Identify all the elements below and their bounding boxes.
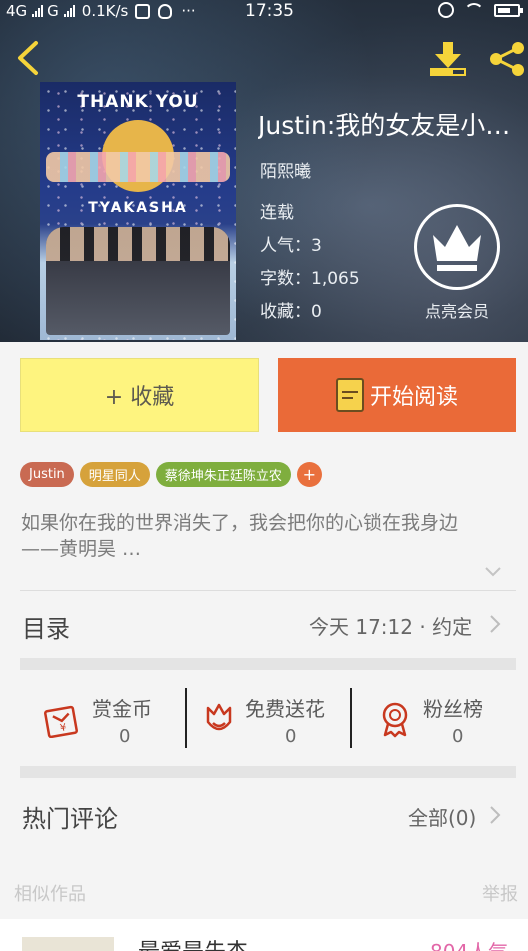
similar-work-popularity: 804人气 <box>430 936 508 951</box>
catalog-update: 今天 17:12 · 约定 <box>309 615 473 639</box>
crown-icon <box>433 225 481 271</box>
stat-fans-label: 粉丝榜 <box>423 697 483 721</box>
network-label: 4G <box>6 2 28 20</box>
cover-group-photo <box>46 227 230 335</box>
book-cover[interactable]: THANK YOU TYAKASHA <box>40 82 236 340</box>
stat-fans[interactable]: 粉丝榜 0 <box>376 688 528 758</box>
tag-justin[interactable]: Justin <box>20 462 74 487</box>
stat-flowers[interactable]: 免费送花 0 <box>200 688 360 758</box>
words-value: 1,065 <box>311 269 360 289</box>
book-header: 4G G 0.1K/s ··· 17:35 THANK YOU TYAKASHA… <box>0 0 528 342</box>
battery-icon <box>494 3 523 17</box>
svg-text:¥: ¥ <box>59 722 67 734</box>
red-envelope-icon: ¥ <box>44 705 78 738</box>
signal-icon <box>32 5 44 17</box>
more-dots: ··· <box>181 2 196 20</box>
clock: 17:35 <box>245 1 294 21</box>
wifi-icon <box>464 3 484 17</box>
sim2-label: G <box>47 2 59 20</box>
add-tag-button[interactable]: + <box>296 462 322 487</box>
book-popularity: 人气：3 <box>260 231 322 256</box>
similar-work-thumbnail <box>22 937 114 951</box>
vip-label[interactable]: 点亮会员 <box>406 298 508 322</box>
book-title: Justin:我的女友是小… <box>258 111 511 140</box>
similar-works-label: 相似作品 <box>14 884 86 905</box>
download-icon[interactable] <box>428 40 468 78</box>
book-author[interactable]: 陌熙曦 <box>260 157 311 182</box>
start-reading-label: 开始阅读 <box>369 385 458 410</box>
description-line-1: 如果你在我的世界消失了，我会把你的心锁在我身边 <box>21 512 459 534</box>
book-description[interactable]: 如果你在我的世界消失了，我会把你的心锁在我身边 ——黄明昊 … <box>21 510 513 562</box>
cover-text-top: THANK YOU <box>77 92 199 112</box>
hot-comments-label: 热门评论 <box>22 805 118 833</box>
cover-chibi-row <box>46 152 230 182</box>
tag-list: Justin 明星同人 蔡徐坤朱正廷陈立农 + <box>20 462 322 487</box>
stat-separator <box>185 688 187 748</box>
popularity-label: 人气： <box>260 236 311 256</box>
chevron-right-icon <box>490 806 501 824</box>
divider <box>20 590 516 591</box>
qq-icon <box>158 3 173 19</box>
book-icon <box>335 378 364 412</box>
popularity-value: 3 <box>311 236 322 256</box>
book-detail-page: 4G G 0.1K/s ··· 17:35 THANK YOU TYAKASHA… <box>0 0 528 951</box>
tag-star-fanfic[interactable]: 明星同人 <box>79 462 150 487</box>
stat-flowers-value: 0 <box>285 726 297 747</box>
book-collect-count: 收藏：0 <box>260 297 322 322</box>
net-speed: 0.1K/s <box>81 2 129 20</box>
back-arrow-icon[interactable] <box>14 40 44 76</box>
start-reading-button[interactable]: 开始阅读 <box>278 358 516 432</box>
collection-button-label: + 收藏 <box>104 385 175 410</box>
stat-coins[interactable]: ¥ 赏金币 0 <box>40 688 200 758</box>
flower-icon <box>206 703 232 731</box>
expand-chevron-down-icon[interactable] <box>484 563 502 581</box>
book-status: 连载 <box>260 203 294 223</box>
medal-icon <box>382 702 408 738</box>
book-word-count: 字数：1,065 <box>260 264 360 289</box>
collect-label: 收藏： <box>260 302 311 322</box>
stat-coins-label: 赏金币 <box>92 697 152 721</box>
status-bar: 4G G 0.1K/s ··· 17:35 <box>0 0 528 22</box>
signal-icon-2 <box>63 5 75 17</box>
stat-coins-value: 0 <box>119 726 131 747</box>
cover-text-bottom: TYAKASHA <box>88 200 188 216</box>
share-icon[interactable] <box>487 40 527 78</box>
section-separator <box>20 766 516 778</box>
stat-separator <box>350 688 352 748</box>
add-to-collection-button[interactable]: + 收藏 <box>20 358 259 432</box>
catalog-label: 目录 <box>22 615 70 643</box>
alarm-icon <box>438 2 454 18</box>
words-label: 字数： <box>260 269 311 289</box>
vip-crown-button[interactable] <box>414 204 500 290</box>
report-link[interactable]: 举报 <box>482 880 518 906</box>
section-separator <box>20 658 516 670</box>
tag-members[interactable]: 蔡徐坤朱正廷陈立农 <box>155 462 291 487</box>
chevron-right-icon <box>490 615 501 633</box>
app-notification-icon <box>135 3 151 19</box>
all-comments-link[interactable]: 全部(0) <box>408 802 476 831</box>
collect-value: 0 <box>311 302 322 322</box>
stat-fans-value: 0 <box>452 726 464 747</box>
similar-work-title: 最爱是先杰 <box>138 934 248 951</box>
description-line-2: ——黄明昊 … <box>21 538 142 560</box>
stat-flowers-label: 免费送花 <box>245 697 325 721</box>
